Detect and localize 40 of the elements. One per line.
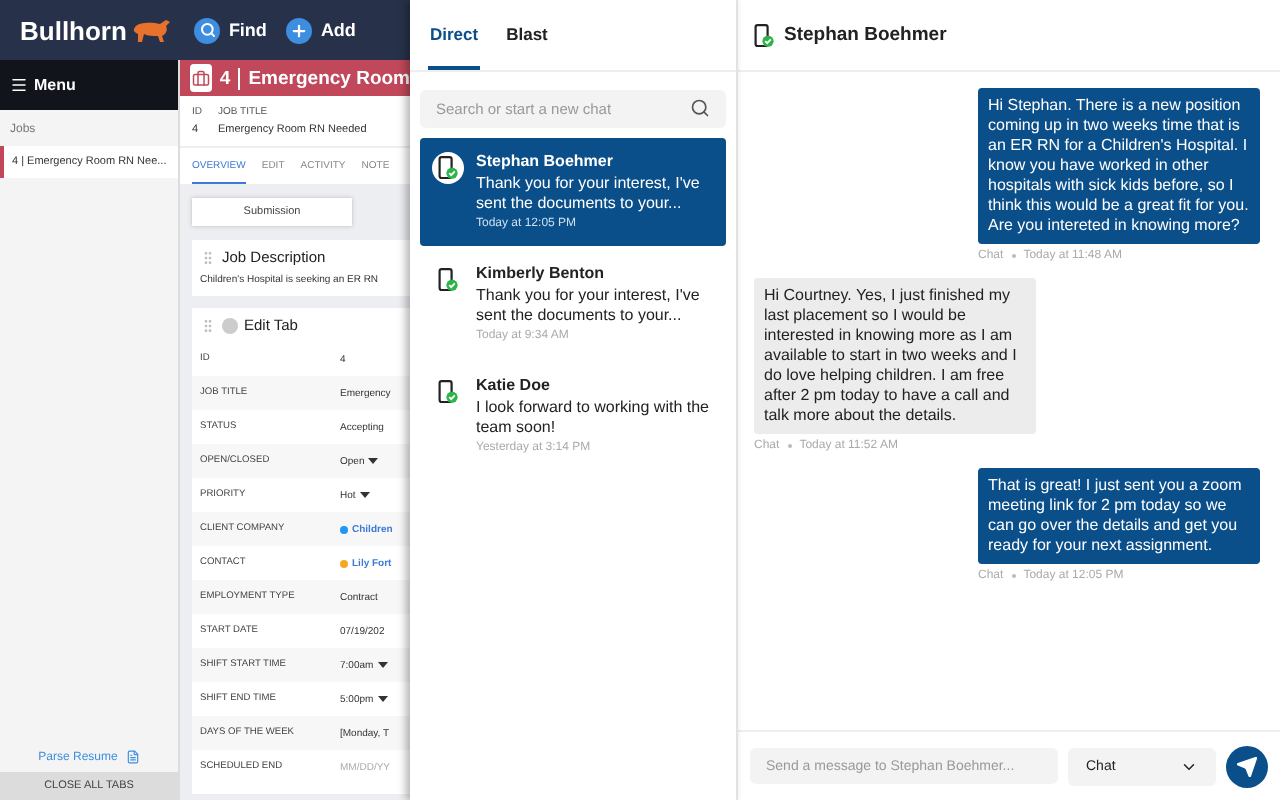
find-button[interactable]: Find	[194, 17, 267, 43]
phone-check-icon	[438, 380, 458, 404]
plus-icon	[286, 17, 313, 43]
message-preview: Thank you for your interest, I've sent the documents to your...	[476, 174, 702, 214]
separator-dot-icon	[787, 444, 792, 448]
document-icon	[125, 750, 140, 764]
contact-name: Katie Doe	[476, 376, 552, 394]
phone-check-icon	[438, 268, 458, 292]
message-preview: I look forward to working with the team soon!	[476, 398, 711, 438]
search-icon	[194, 17, 221, 43]
sent-message: Hi Stephan. There is a new position coming up in two weeks time that is an ER RN for a Children's Hospital. I know you have worked in other hospitals with sick kids before, so I think this would be a great fit for you. Are you intereted in knowing more?	[978, 88, 1260, 244]
menu-button[interactable]: Menu	[0, 60, 178, 110]
contact-name: Stephan Boehmer	[476, 152, 615, 170]
search-icon	[690, 98, 710, 118]
record-id: 4	[219, 67, 241, 89]
send-button[interactable]	[1226, 745, 1268, 787]
phone-check-icon	[754, 23, 774, 47]
caret-icon	[359, 492, 370, 498]
caret-icon	[368, 458, 379, 464]
bull-logo-icon	[130, 16, 175, 44]
chat-tab[interactable]: Direct	[428, 0, 481, 70]
received-message: Hi Courtney. Yes, I just finished my last placement so I would be interested in knowing more as I am available to start in two weeks and I do love helping children. I am free after 2 pm today to have a call and talk more about the details.	[754, 278, 1036, 434]
caret-icon	[377, 696, 388, 702]
caret-icon	[377, 662, 388, 668]
logo-text: Bullhorn	[20, 15, 127, 45]
menu-icon	[10, 76, 28, 94]
add-button[interactable]: Add	[286, 17, 356, 43]
message-preview: Thank you for your interest, I've sent the documents to your...	[476, 286, 702, 326]
sent-message: That is great! I just sent you a zoom meeting link for 2 pm today so we can go over the details and get you ready for your next assignment.	[978, 468, 1260, 564]
send-icon	[1236, 755, 1258, 777]
phone-check-icon	[438, 156, 458, 180]
chat-tab[interactable]: Blast	[504, 0, 550, 70]
drag-handle-icon	[200, 249, 216, 265]
drag-handle-icon	[200, 317, 216, 333]
contact-name: Kimberly Benton	[476, 264, 607, 282]
contact-name: Stephan Boehmer	[784, 24, 947, 46]
separator-dot-icon	[1011, 254, 1016, 258]
circle-icon	[222, 317, 238, 333]
separator-dot-icon	[1011, 574, 1016, 578]
record-title: Emergency Room	[248, 67, 410, 89]
